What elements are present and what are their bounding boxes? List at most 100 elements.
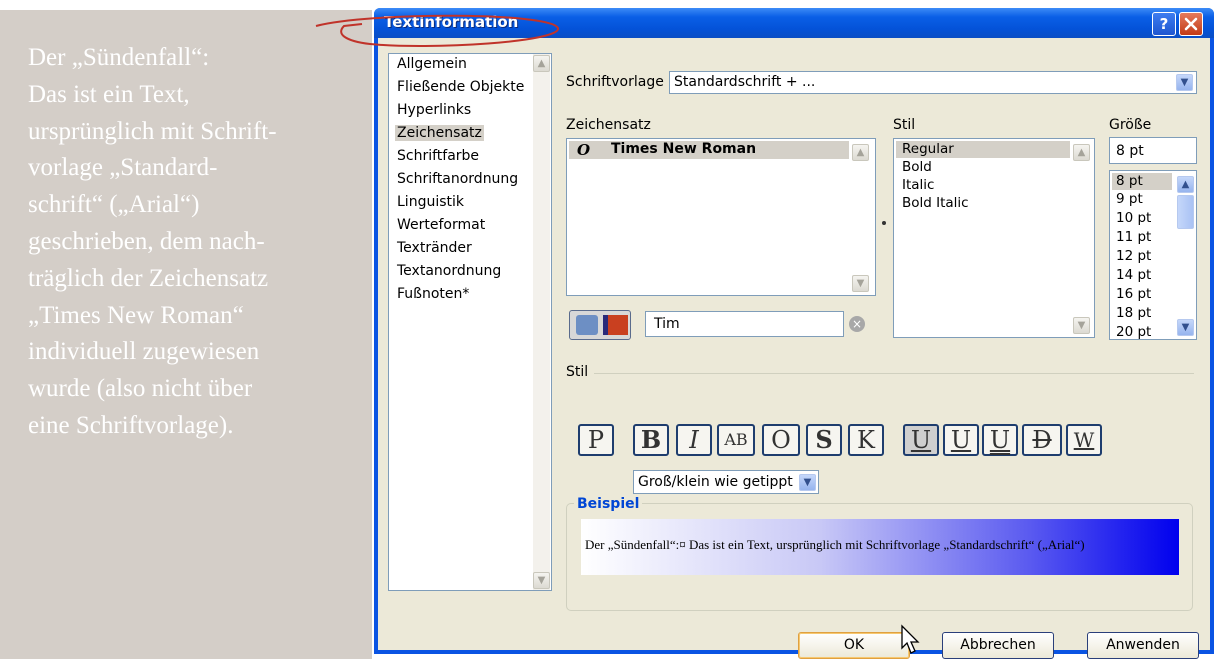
double-underline-button[interactable]: U (982, 424, 1018, 456)
size-option[interactable]: 18 pt (1116, 305, 1151, 321)
font-search-value: Tim (654, 316, 680, 332)
size-label: Größe (1109, 117, 1152, 133)
size-option[interactable]: 20 pt (1116, 324, 1151, 339)
size-scroll-thumb[interactable] (1177, 195, 1194, 229)
apply-button[interactable]: Anwenden (1087, 632, 1199, 659)
size-input[interactable]: 8 pt (1109, 137, 1197, 164)
annotation-line: eine Schriftvorlage). (28, 411, 234, 439)
size-option[interactable]: 10 pt (1116, 210, 1151, 226)
category-item[interactable]: Hyperlinks (397, 102, 471, 118)
scroll-up-button[interactable]: ▲ (1073, 144, 1090, 161)
style-label: Stil (893, 117, 916, 133)
template-select[interactable]: Standardschrift + ... ▼ (669, 71, 1197, 94)
splitter-dot (882, 221, 886, 225)
scroll-down-button[interactable]: ▼ (1177, 319, 1194, 336)
category-item[interactable]: Textanordnung (397, 263, 501, 279)
size-value: 8 pt (1116, 143, 1144, 159)
style-option[interactable]: Bold (902, 159, 932, 175)
case-dropdown-value: Groß/klein wie getippt (638, 474, 793, 490)
annotation-line: „Times New Roman“ (28, 301, 244, 329)
annotation-line: Das ist ein Text, (28, 80, 190, 108)
opentype-icon: O (577, 141, 591, 159)
font-list-row[interactable]: O Times New Roman (569, 141, 849, 159)
scroll-down-button[interactable]: ▼ (852, 275, 869, 292)
size-option[interactable]: 11 pt (1116, 229, 1151, 245)
size-option[interactable]: 8 pt (1116, 173, 1143, 189)
mouse-cursor-icon (901, 624, 920, 654)
annotation-line: individuell zugewiesen (28, 338, 260, 366)
help-button[interactable]: ? (1152, 12, 1176, 36)
annotation-line: schrift“ („Arial“) (28, 191, 200, 219)
size-option[interactable]: 9 pt (1116, 191, 1143, 207)
example-preview: Der „Sündenfall“:¤ Das ist ein Text, urs… (581, 519, 1179, 575)
category-item[interactable]: Linguistik (397, 194, 464, 210)
style-option[interactable]: Regular (902, 141, 954, 157)
category-item-selected[interactable]: Zeichensatz (395, 125, 484, 141)
size-list[interactable]: 8 pt 9 pt 10 pt 11 pt 12 pt 14 pt 16 pt … (1109, 170, 1197, 340)
category-item[interactable]: Schriftanordnung (397, 171, 518, 187)
scroll-down-button[interactable]: ▼ (533, 572, 550, 589)
category-item[interactable]: Fließende Objekte (397, 79, 524, 95)
size-option[interactable]: 12 pt (1116, 248, 1151, 264)
plain-style-button[interactable]: P (578, 424, 614, 456)
book-icon (603, 315, 628, 335)
category-item[interactable]: Fußnoten* (397, 286, 469, 302)
close-button[interactable] (1179, 12, 1203, 36)
title-highlight-ellipse (315, 14, 559, 47)
stil-section-label: Stil (566, 364, 589, 380)
style-list[interactable]: Regular Bold Italic Bold Italic ▲ ▼ (893, 138, 1095, 338)
font-name: Times New Roman (611, 141, 757, 157)
annotation-line: wurde (also nicht über (28, 375, 253, 403)
word-underline-button[interactable]: U (943, 424, 979, 456)
category-item[interactable]: Allgemein (397, 56, 467, 72)
section-divider (594, 373, 1194, 374)
chevron-down-icon[interactable]: ▼ (799, 474, 816, 491)
underline-button[interactable]: U (903, 424, 939, 456)
dialog-body: Allgemein Fließende Objekte Hyperlinks Z… (378, 38, 1210, 659)
chevron-down-icon[interactable]: ▼ (1176, 74, 1193, 91)
size-option[interactable]: 14 pt (1116, 267, 1151, 283)
small-caps-button[interactable]: AB (717, 424, 755, 456)
annotation-text: Der „Sündenfall“: Das ist ein Text, ursp… (28, 40, 358, 445)
font-type-icon (576, 315, 598, 335)
font-search-input[interactable]: Tim (645, 311, 844, 337)
bold-style-button[interactable]: B (633, 424, 669, 456)
category-item[interactable]: Werteformat (397, 217, 485, 233)
outline-style-button[interactable]: O (762, 424, 800, 456)
category-item[interactable]: Textränder (397, 240, 472, 256)
italic-style-button[interactable]: I (676, 424, 712, 456)
ok-button[interactable]: OK (798, 632, 910, 659)
strikethrough-button[interactable]: D (1022, 424, 1062, 456)
category-list[interactable]: Allgemein Fließende Objekte Hyperlinks Z… (388, 53, 552, 591)
scroll-up-button[interactable]: ▲ (533, 55, 550, 72)
dotted-style-button[interactable]: K (848, 424, 884, 456)
scroll-up-button[interactable]: ▲ (852, 144, 869, 161)
category-item[interactable]: Schriftfarbe (397, 148, 479, 164)
font-list[interactable]: O Times New Roman ▲ ▼ (566, 138, 876, 296)
scroll-up-button[interactable]: ▲ (1177, 176, 1194, 193)
underline-words-button[interactable]: W (1066, 424, 1102, 456)
annotation-line: vorlage „Standard- (28, 154, 218, 182)
scroll-down-button[interactable]: ▼ (1073, 317, 1090, 334)
font-label: Zeichensatz (566, 117, 651, 133)
size-option[interactable]: 16 pt (1116, 286, 1151, 302)
text-information-dialog: Textinformation ? Allgemein Fließende Ob… (374, 8, 1214, 659)
category-scrollbar[interactable]: ▲ ▼ (533, 54, 550, 590)
style-option[interactable]: Bold Italic (902, 195, 969, 211)
case-dropdown[interactable]: Groß/klein wie getippt ▼ (633, 470, 819, 494)
font-filter-toggle[interactable] (569, 310, 631, 340)
annotation-line: geschrieben, dem nach- (28, 227, 265, 255)
annotation-line: ursprünglich mit Schrift- (28, 117, 277, 145)
annotation-line: träglich der Zeichensatz (28, 264, 269, 292)
annotation-line: Der „Sündenfall“: (28, 44, 210, 71)
help-icon: ? (1159, 15, 1169, 33)
close-icon (1184, 17, 1198, 31)
shadow-style-button[interactable]: S (806, 424, 842, 456)
template-label: Schriftvorlage (566, 74, 664, 90)
style-option[interactable]: Italic (902, 177, 934, 193)
annotation-panel: Der „Sündenfall“: Das ist ein Text, ursp… (0, 10, 372, 659)
clear-search-icon[interactable]: × (849, 316, 865, 332)
example-label: Beispiel (574, 496, 643, 512)
cancel-button[interactable]: Abbrechen (942, 632, 1054, 659)
template-value: Standardschrift + ... (674, 74, 816, 90)
